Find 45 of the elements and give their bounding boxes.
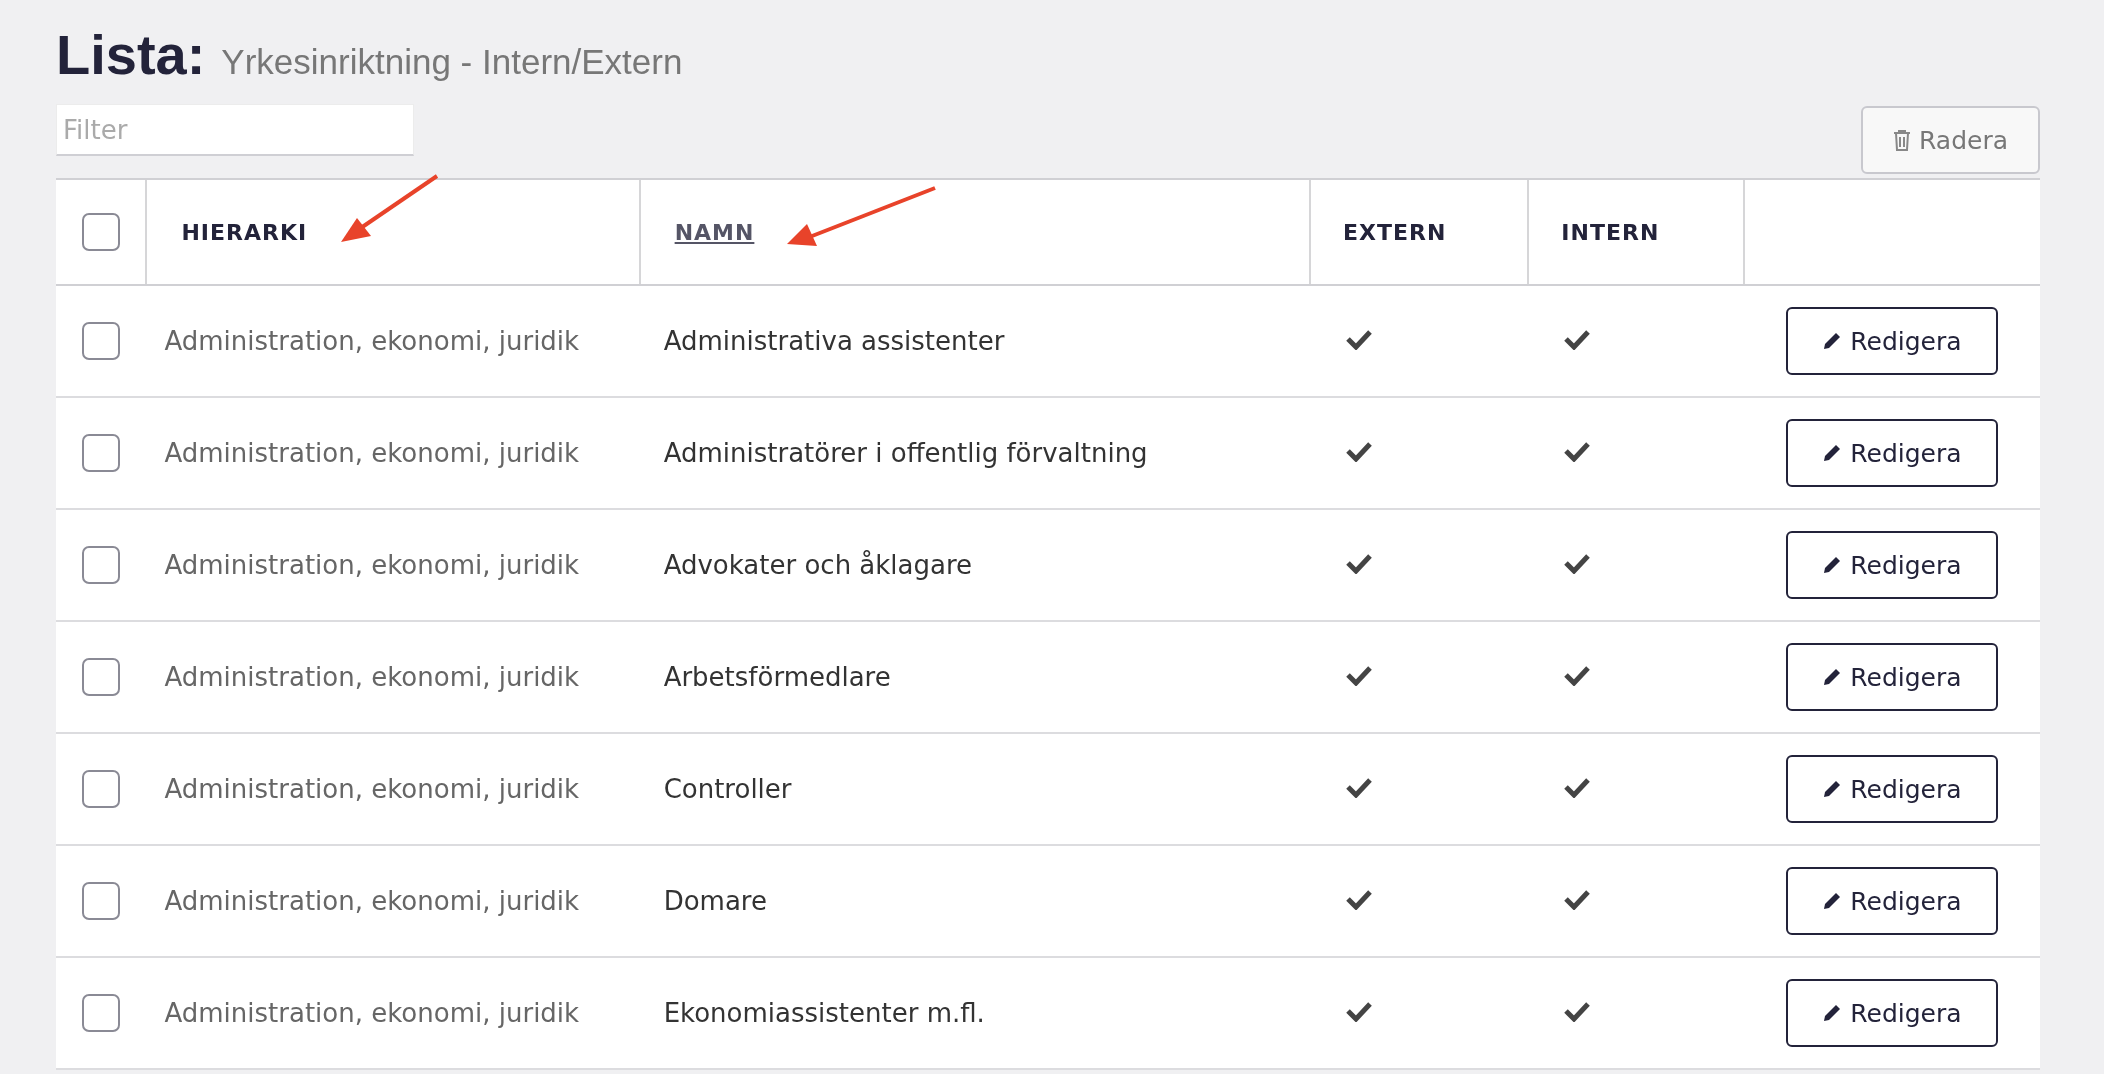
pencil-icon bbox=[1822, 667, 1843, 687]
edit-button[interactable]: Redigera bbox=[1786, 867, 1998, 935]
checkbox[interactable] bbox=[82, 882, 121, 920]
checkbox[interactable] bbox=[81, 213, 120, 251]
page-title: Lista: bbox=[56, 22, 206, 87]
delete-button[interactable]: Radera bbox=[1861, 106, 2040, 174]
pencil-icon bbox=[1822, 443, 1843, 463]
table-cell: Administratörer i offentlig förvaltning bbox=[663, 438, 1148, 468]
pencil-icon bbox=[1822, 1003, 1843, 1023]
table-cell: Administrativa assistenter bbox=[663, 326, 1005, 356]
edit-button[interactable]: Redigera bbox=[1786, 979, 1998, 1047]
column-header: HIERARKI bbox=[181, 219, 308, 245]
table-cell: Administration, ekonomi, juridik bbox=[164, 886, 580, 916]
table-cell: Administration, ekonomi, juridik bbox=[164, 550, 580, 580]
sort-column-link[interactable]: NAMN bbox=[674, 219, 755, 245]
edit-button[interactable]: Redigera bbox=[1786, 643, 1998, 711]
pencil-icon bbox=[1822, 331, 1843, 351]
checkbox[interactable] bbox=[82, 770, 121, 808]
pencil-icon bbox=[1822, 555, 1843, 575]
table-cell: Administration, ekonomi, juridik bbox=[164, 438, 580, 468]
table-cell: Administration, ekonomi, juridik bbox=[164, 662, 580, 692]
page-subtitle: Yrkesinriktning - Intern/Extern bbox=[221, 42, 683, 82]
table-cell: Ekonomiassistenter m.fl. bbox=[663, 998, 985, 1028]
table-cell: Controller bbox=[663, 774, 792, 804]
filter-field[interactable]: Filter bbox=[56, 104, 414, 156]
edit-button[interactable]: Redigera bbox=[1786, 419, 1998, 487]
column-header: INTERN bbox=[1561, 219, 1660, 245]
pencil-icon bbox=[1822, 779, 1843, 799]
edit-button[interactable]: Redigera bbox=[1786, 755, 1998, 823]
trash-icon bbox=[1893, 129, 1911, 151]
checkbox[interactable] bbox=[82, 994, 121, 1032]
column-header: EXTERN bbox=[1342, 219, 1447, 245]
checkbox[interactable] bbox=[82, 322, 121, 360]
table-cell: Advokater och åklagare bbox=[663, 550, 973, 580]
table-cell: Administration, ekonomi, juridik bbox=[164, 326, 580, 356]
checkbox[interactable] bbox=[82, 658, 121, 696]
edit-button[interactable]: Redigera bbox=[1786, 531, 1998, 599]
checkbox[interactable] bbox=[82, 546, 121, 584]
edit-button[interactable]: Redigera bbox=[1786, 307, 1998, 375]
table-cell: Administration, ekonomi, juridik bbox=[164, 998, 580, 1028]
checkbox[interactable] bbox=[82, 434, 121, 472]
table-cell: Administration, ekonomi, juridik bbox=[164, 774, 580, 804]
pencil-icon bbox=[1822, 891, 1843, 911]
table-cell: Arbetsförmedlare bbox=[663, 662, 891, 692]
table-cell: Domare bbox=[663, 886, 767, 916]
